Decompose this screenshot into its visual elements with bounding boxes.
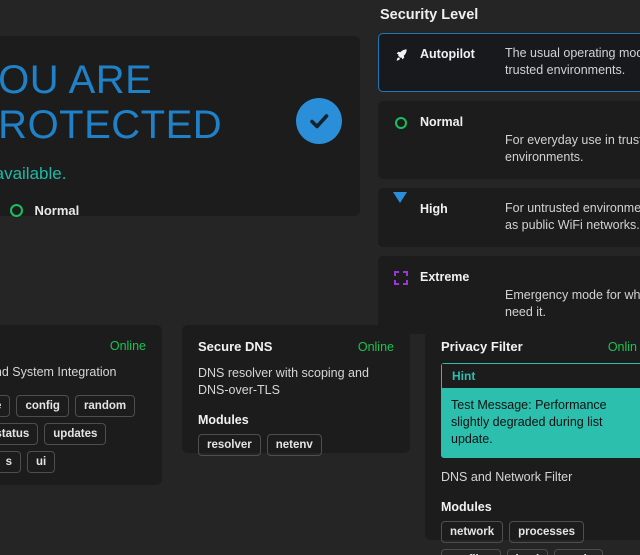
module-tag[interactable]: updates xyxy=(44,423,106,445)
extreme-option-description: Emergency mode for when you need it. xyxy=(505,268,640,321)
autopilot-option-name: Autopilot xyxy=(420,47,475,61)
service-card-privacy-filter-modules-label: Modules xyxy=(441,500,637,514)
service-card-secure-dns[interactable]: Secure DNS Online DNS resolver with scop… xyxy=(182,325,410,453)
security-level-option-normal[interactable]: Normal For everyday use in trusted envir… xyxy=(378,101,640,179)
hint-message: Test Message: Performance slightly degra… xyxy=(441,388,640,458)
security-level-option-autopilot[interactable]: Autopilot The usual operating mode for t… xyxy=(378,33,640,92)
normal-option-description: For everyday use in trusted environments… xyxy=(505,113,640,166)
service-card-core-modules: tabase config random s status updates ap… xyxy=(0,395,146,473)
security-level-option-extreme[interactable]: Extreme Emergency mode for when you need… xyxy=(378,256,640,334)
service-card-secure-dns-status: Online xyxy=(358,340,394,354)
hint-label: Hint xyxy=(441,363,640,388)
service-card-secure-dns-description: DNS resolver with scoping and DNS-over-T… xyxy=(198,365,394,399)
high-option-header: High xyxy=(393,200,505,234)
protection-subtitle: ...t available. xyxy=(0,164,334,184)
service-card-core-header: Online xyxy=(0,339,146,353)
service-card-core-description: ...ure and System Integration xyxy=(0,364,146,381)
circle-outline-icon xyxy=(393,115,408,130)
service-card-privacy-filter-header: Privacy Filter Onlin xyxy=(441,339,637,354)
module-tag[interactable]: status xyxy=(0,423,38,445)
service-card-privacy-filter-modules: network processes profiles intel geoip xyxy=(441,521,637,555)
module-tag[interactable]: config xyxy=(16,395,69,417)
module-tag[interactable]: network xyxy=(441,521,503,543)
current-level-value: Normal xyxy=(34,203,79,218)
service-card-secure-dns-name: Secure DNS xyxy=(198,339,272,354)
service-card-privacy-filter-name: Privacy Filter xyxy=(441,339,523,354)
module-tag[interactable]: intel xyxy=(507,549,549,555)
circle-outline-icon xyxy=(10,204,23,217)
module-tag[interactable]: geoip xyxy=(554,549,603,555)
module-tag[interactable]: tabase xyxy=(0,395,10,417)
check-circle-icon xyxy=(296,98,342,144)
extreme-option-header: Extreme xyxy=(393,268,505,321)
module-tag[interactable]: resolver xyxy=(198,434,261,456)
module-tag[interactable]: processes xyxy=(509,521,584,543)
protection-headline: YOU ARE PROTECTED xyxy=(0,58,334,148)
normal-option-header: Normal xyxy=(393,113,505,166)
extreme-option-name: Extreme xyxy=(420,270,469,284)
triangle-down-icon xyxy=(393,202,408,217)
service-card-secure-dns-modules: resolver netenv xyxy=(198,434,394,456)
app-viewport: YOU ARE PROTECTED ...t available. ...vel… xyxy=(0,0,640,555)
rocket-icon xyxy=(393,47,408,62)
current-level-pill[interactable]: Normal xyxy=(10,203,79,218)
module-tag[interactable]: random xyxy=(75,395,135,417)
autopilot-option-description: The usual operating mode for trusted env… xyxy=(505,45,640,79)
module-tag[interactable]: ui xyxy=(27,451,55,473)
normal-option-name: Normal xyxy=(420,115,463,129)
high-option-description: For untrusted environments, such as publ… xyxy=(505,200,640,234)
brackets-icon xyxy=(393,270,408,285)
service-card-privacy-filter-status: Onlin xyxy=(608,340,637,354)
service-card-secure-dns-modules-label: Modules xyxy=(198,413,394,427)
security-level-section: Security Level Autopilot The usual opera… xyxy=(378,0,640,343)
service-card-secure-dns-header: Secure DNS Online xyxy=(198,339,394,354)
hint-callout: Hint Test Message: Performance slightly … xyxy=(441,363,640,458)
module-tag[interactable]: profiles xyxy=(441,549,501,555)
protection-status-banner: YOU ARE PROTECTED ...t available. ...vel… xyxy=(0,36,360,216)
service-card-core[interactable]: Online ...ure and System Integration tab… xyxy=(0,325,162,485)
module-tag[interactable]: netenv xyxy=(267,434,322,456)
service-card-privacy-filter[interactable]: Privacy Filter Onlin Hint Test Message: … xyxy=(425,325,640,540)
security-level-option-high[interactable]: High For untrusted environments, such as… xyxy=(378,188,640,247)
service-card-privacy-filter-description: DNS and Network Filter xyxy=(441,469,637,486)
high-option-name: High xyxy=(420,202,448,216)
service-card-core-status: Online xyxy=(110,339,146,353)
autopilot-option-header: Autopilot xyxy=(393,45,505,79)
module-tag[interactable]: s xyxy=(0,451,21,473)
current-security-level-row: ...vel Normal xyxy=(0,203,334,218)
security-level-title: Security Level xyxy=(380,7,640,23)
